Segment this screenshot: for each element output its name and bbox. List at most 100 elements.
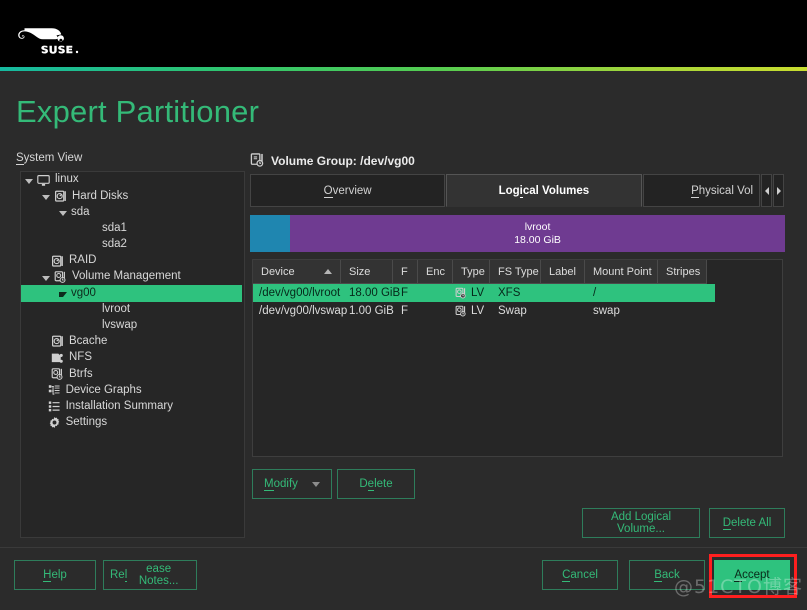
table-header-label: Enc xyxy=(426,265,445,278)
usage-segment-size: 18.00 GiB xyxy=(514,233,561,246)
table-header-device[interactable]: Device xyxy=(253,260,341,284)
sidebar-item-linux[interactable]: linux xyxy=(21,172,244,188)
release-notes-label-b: ease Notes... xyxy=(138,563,179,587)
table-row[interactable]: /dev/vg00/lvswap 1.00 GiB F LV Swap swap xyxy=(253,302,782,320)
usage-segment-free xyxy=(250,215,291,252)
table-header-label: FS Type xyxy=(498,265,539,278)
table-header-size[interactable]: Size xyxy=(341,260,393,284)
delete-button[interactable]: De lete xyxy=(337,469,415,499)
table-body[interactable]: /dev/vg00/lvroot 18.00 GiB F LV XFS //dev/vg0… xyxy=(253,284,782,320)
sidebar-item-settings[interactable]: Settings xyxy=(21,415,244,431)
table-cell-type: LV xyxy=(453,305,490,317)
page-title: Expert Partitioner xyxy=(16,94,260,129)
sidebar-item-label: Volume Management xyxy=(72,270,181,283)
table-header-label[interactable]: Label xyxy=(541,260,585,284)
sidebar-item-installation-summary[interactable]: Installation Summary xyxy=(21,399,244,415)
logical-volumes-table[interactable]: Device Size F Enc Type FS Type Label Mount Poin… xyxy=(252,259,783,457)
gear-icon xyxy=(48,416,61,429)
tab-scroll-right-button[interactable] xyxy=(773,174,785,207)
brand-accent-line xyxy=(0,67,807,71)
sidebar-item-label: Btrfs xyxy=(69,367,93,380)
watermark: @51CTO博客 xyxy=(673,576,803,598)
tab-label: Overview xyxy=(323,184,372,198)
sidebar-item-label: sda2 xyxy=(102,238,127,251)
cancel-button[interactable]: Cancel xyxy=(542,560,618,590)
table-row[interactable]: /dev/vg00/lvroot 18.00 GiB F LV XFS / xyxy=(253,284,715,302)
table-header-stripes[interactable]: Stripes xyxy=(658,260,707,284)
graph-icon xyxy=(48,384,61,397)
usage-segment-lvroot: lvroot 18.00 GiB xyxy=(290,215,785,252)
sidebar-item-label: lvroot xyxy=(102,302,131,315)
help-button[interactable]: Help xyxy=(14,560,96,590)
table-cell-device: /dev/vg00/lvswap xyxy=(253,305,347,317)
sidebar-item-lvswap[interactable]: lvswap xyxy=(21,318,244,334)
table-header-f[interactable]: F xyxy=(393,260,418,284)
table-header-enc[interactable]: Enc xyxy=(418,260,453,284)
sidebar-item-sda2[interactable]: sda2 xyxy=(21,237,244,253)
table-header-label: Label xyxy=(549,265,576,278)
table-cell-fs-type: Swap xyxy=(490,305,541,317)
disk-icon xyxy=(51,335,64,348)
chevron-down-icon[interactable] xyxy=(42,194,50,200)
release-notes-button[interactable]: Re l ease Notes... xyxy=(103,560,197,590)
modify-accel: M xyxy=(264,477,274,491)
release-notes-label-a: Re xyxy=(110,569,125,581)
sidebar-item-label: Device Graphs xyxy=(65,383,142,396)
chevron-down-icon[interactable] xyxy=(25,178,33,184)
modify-button[interactable]: Modify xyxy=(252,469,332,499)
tab-label: Physical Vol xyxy=(691,184,754,198)
sidebar-item-label: linux xyxy=(55,173,79,186)
cell-text: 1.00 GiB xyxy=(349,305,394,317)
tab-logical-volumes[interactable]: Logical Volumes xyxy=(446,174,642,207)
sidebar-item-label: Hard Disks xyxy=(72,189,129,202)
share-icon xyxy=(51,352,64,365)
sidebar-item-lvroot[interactable]: lvroot xyxy=(21,302,244,318)
cell-text: LV xyxy=(471,287,485,299)
table-header-mount-point[interactable]: Mount Point xyxy=(585,260,658,284)
table-header-row[interactable]: Device Size F Enc Type FS Type Label Mount Poin… xyxy=(253,260,782,284)
tab-overview[interactable]: Overview xyxy=(250,174,446,207)
table-header-label: Device xyxy=(261,265,295,278)
table-cell-type: LV xyxy=(453,287,490,299)
sidebar-item-bcache[interactable]: Bcache xyxy=(21,334,244,350)
sidebar-item-nfs[interactable]: NFS xyxy=(21,350,244,366)
chevron-down-icon[interactable] xyxy=(42,275,50,281)
footer-divider xyxy=(0,547,807,548)
sidebar-item-raid[interactable]: RAID xyxy=(21,253,244,269)
sidebar-item-hard-disks[interactable]: Hard Disks xyxy=(21,188,244,204)
cell-text: LV xyxy=(471,305,485,317)
sidebar-item-device-graphs[interactable]: Device Graphs xyxy=(21,382,244,398)
cell-text: swap xyxy=(593,305,620,317)
delete-all-button[interactable]: Delete All xyxy=(709,508,785,538)
table-header-type[interactable]: Type xyxy=(453,260,490,284)
monitor-icon xyxy=(37,174,50,187)
sidebar-item-sda[interactable]: sda xyxy=(21,204,244,220)
table-header-fs-type[interactable]: FS Type xyxy=(490,260,541,284)
tab-strip[interactable]: Overview Logical Volumes Physical Vol xyxy=(250,174,785,207)
sort-ascending-icon xyxy=(324,269,332,274)
table-header-label: F xyxy=(401,265,408,278)
table-header-label: Size xyxy=(349,265,371,278)
sidebar-item-vg00[interactable]: vg00 xyxy=(21,285,242,302)
delete-label-b: lete xyxy=(374,478,393,490)
cell-text: /dev/vg00/lvswap xyxy=(259,305,348,317)
tab-scroll-left-button[interactable] xyxy=(761,174,773,207)
cell-text: /dev/vg00/lvroot xyxy=(259,287,341,299)
add-logical-volume-button[interactable]: Add Logical Volume... xyxy=(582,508,700,538)
tab-label: Logical Volumes xyxy=(498,184,590,198)
volume-group-heading-text: Volume Group: /dev/vg00 xyxy=(271,153,415,168)
cell-text: Swap xyxy=(498,305,527,317)
sidebar-item-sda1[interactable]: sda1 xyxy=(21,221,244,237)
cell-text: / xyxy=(593,287,597,299)
lvm-icon xyxy=(54,270,67,284)
tab-physical-vol[interactable]: Physical Vol xyxy=(642,174,761,207)
cell-text: F xyxy=(401,287,409,299)
chevron-down-icon[interactable] xyxy=(59,291,67,297)
sidebar-item-volume-management[interactable]: Volume Management xyxy=(21,269,244,285)
sidebar-item-label: NFS xyxy=(69,351,92,364)
sidebar-item-btrfs[interactable]: Btrfs xyxy=(21,366,244,382)
system-view-tree[interactable]: linux Hard Disks sda sda1 sda2 RAID Volume Man… xyxy=(20,171,245,538)
chevron-down-icon[interactable] xyxy=(59,210,67,216)
delete-label-a: D xyxy=(359,478,368,490)
list-icon xyxy=(48,400,61,413)
